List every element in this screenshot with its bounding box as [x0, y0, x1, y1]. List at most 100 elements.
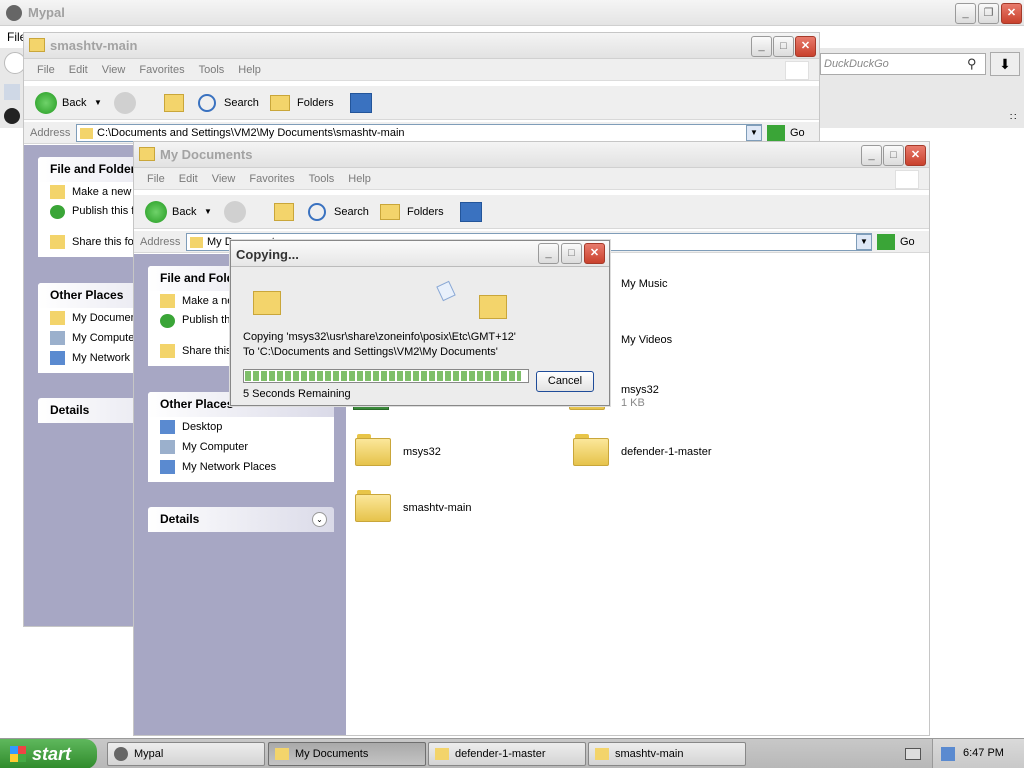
win2-maximize-button[interactable]: □ [883, 145, 904, 166]
menu-view[interactable]: View [95, 59, 133, 81]
address-dropdown-icon[interactable]: ▼ [746, 125, 762, 141]
back-arrow-icon[interactable] [35, 92, 57, 114]
file-name[interactable]: defender-1-master [621, 446, 712, 458]
file-name[interactable]: My Videos [621, 334, 672, 346]
mypal-icon [6, 5, 22, 21]
taskbar-item-mypal[interactable]: Mypal [107, 742, 265, 766]
folder-icon[interactable] [355, 434, 391, 466]
file-name[interactable]: msys32 [403, 446, 441, 458]
address-label: Address [30, 127, 71, 139]
menu-view[interactable]: View [205, 168, 243, 190]
address-dropdown-icon[interactable]: ▼ [856, 234, 872, 250]
file-name[interactable]: smashtv-main [403, 502, 471, 514]
taskbar-item-my-documents[interactable]: My Documents [268, 742, 426, 766]
back-dropdown-icon[interactable]: ▼ [94, 91, 102, 115]
address-folder-icon [80, 128, 93, 139]
folders-icon[interactable] [270, 95, 290, 111]
copy-dialog: Copying... _ □ ✕ Copying 'msys32\usr\sha… [230, 240, 610, 406]
dialog-minimize-button[interactable]: _ [538, 243, 559, 264]
win2-search-button[interactable]: Search [334, 200, 369, 224]
win1-titlebar: smashtv-main _ □ ✕ [24, 33, 819, 59]
file-name[interactable]: msys32 [621, 384, 659, 396]
up-folder-icon[interactable] [164, 94, 184, 112]
browser-title: Mypal [28, 5, 65, 20]
win1-back-button[interactable]: Back [62, 91, 86, 115]
publish-globe-icon [160, 314, 175, 328]
file-name[interactable]: My Music [621, 278, 667, 290]
menu-tools[interactable]: Tools [302, 168, 342, 190]
win1-maximize-button[interactable]: □ [773, 36, 794, 57]
menu-favorites[interactable]: Favorites [242, 168, 301, 190]
menu-edit[interactable]: Edit [172, 168, 205, 190]
folder-icon[interactable] [355, 490, 391, 522]
menu-edit[interactable]: Edit [62, 59, 95, 81]
up-folder-icon[interactable] [274, 203, 294, 221]
source-folder-icon [253, 291, 281, 315]
forward-arrow-icon[interactable] [114, 92, 136, 114]
dialog-maximize-button[interactable]: □ [561, 243, 582, 264]
win1-menubar: File Edit View Favorites Tools Help [24, 59, 819, 81]
menu-file[interactable]: File [24, 59, 62, 81]
win2-minimize-button[interactable]: _ [861, 145, 882, 166]
forward-arrow-icon[interactable] [224, 201, 246, 223]
place-label: My Computer [72, 332, 139, 344]
win2-title: My Documents [160, 147, 253, 162]
network-tray-icon[interactable] [941, 747, 955, 761]
search-input[interactable]: DuckDuckGo [824, 58, 889, 70]
win2-folders-button[interactable]: Folders [407, 200, 444, 224]
taskbar: start Mypal My Documents defender-1-mast… [0, 738, 1024, 768]
win1-close-button[interactable]: ✕ [795, 36, 816, 57]
win1-minimize-button[interactable]: _ [751, 36, 772, 57]
github-icon[interactable] [4, 108, 20, 124]
go-arrow-icon[interactable] [877, 234, 895, 250]
start-button[interactable]: start [0, 739, 97, 768]
search-icon[interactable] [308, 203, 326, 221]
copy-dialog-title: Copying... [236, 247, 299, 262]
place-network[interactable]: My Network Places [148, 457, 334, 477]
taskbar-label: My Documents [295, 748, 369, 760]
search-icon[interactable]: ⚲ [967, 56, 977, 72]
folders-icon[interactable] [380, 204, 400, 220]
search-icon[interactable] [198, 94, 216, 112]
place-desktop[interactable]: Desktop [148, 417, 334, 437]
views-icon[interactable] [350, 93, 372, 113]
folder-icon [275, 748, 289, 760]
views-icon[interactable] [460, 202, 482, 222]
browser-maximize-button[interactable]: ❐ [978, 3, 999, 24]
win1-folders-button[interactable]: Folders [297, 91, 334, 115]
cancel-button[interactable]: Cancel [536, 371, 594, 392]
browser-close-button[interactable]: ✕ [1001, 3, 1022, 24]
folder-icon [595, 748, 609, 760]
win1-address-input[interactable]: C:\Documents and Settings\VM2\My Documen… [76, 124, 762, 142]
win2-menubar: File Edit View Favorites Tools Help [134, 168, 929, 190]
network-icon [160, 460, 175, 474]
win1-go-button[interactable]: Go [790, 127, 805, 139]
menu-tools[interactable]: Tools [192, 59, 232, 81]
win2-go-button[interactable]: Go [900, 236, 915, 248]
folder-icon[interactable] [573, 434, 609, 466]
win2-close-button[interactable]: ✕ [905, 145, 926, 166]
menu-help[interactable]: Help [341, 168, 378, 190]
keyboard-icon[interactable] [905, 748, 921, 760]
back-dropdown-icon[interactable]: ▼ [204, 200, 212, 224]
panel-header[interactable]: Details [148, 507, 334, 532]
place-my-computer[interactable]: My Computer [148, 437, 334, 457]
win1-search-button[interactable]: Search [224, 91, 259, 115]
browser-search-box[interactable]: DuckDuckGo ⚲ [820, 53, 986, 75]
menu-file[interactable]: File [134, 168, 172, 190]
back-arrow-icon[interactable] [145, 201, 167, 223]
dialog-close-button[interactable]: ✕ [584, 243, 605, 264]
browser-minimize-button[interactable]: _ [955, 3, 976, 24]
chevron-down-icon[interactable]: ⌄ [312, 512, 327, 527]
taskbar-item-smashtv[interactable]: smashtv-main [588, 742, 746, 766]
taskbar-item-defender[interactable]: defender-1-master [428, 742, 586, 766]
grid-icon[interactable]: ∷ [1010, 112, 1016, 123]
menu-help[interactable]: Help [231, 59, 268, 81]
download-button[interactable]: ⬇ [990, 52, 1020, 76]
win2-back-button[interactable]: Back [172, 200, 196, 224]
menu-favorites[interactable]: Favorites [132, 59, 191, 81]
go-arrow-icon[interactable] [767, 125, 785, 141]
clock[interactable]: 6:47 PM [963, 747, 1004, 759]
taskbar-label: smashtv-main [615, 748, 684, 760]
browser-home-icon[interactable] [4, 84, 20, 100]
